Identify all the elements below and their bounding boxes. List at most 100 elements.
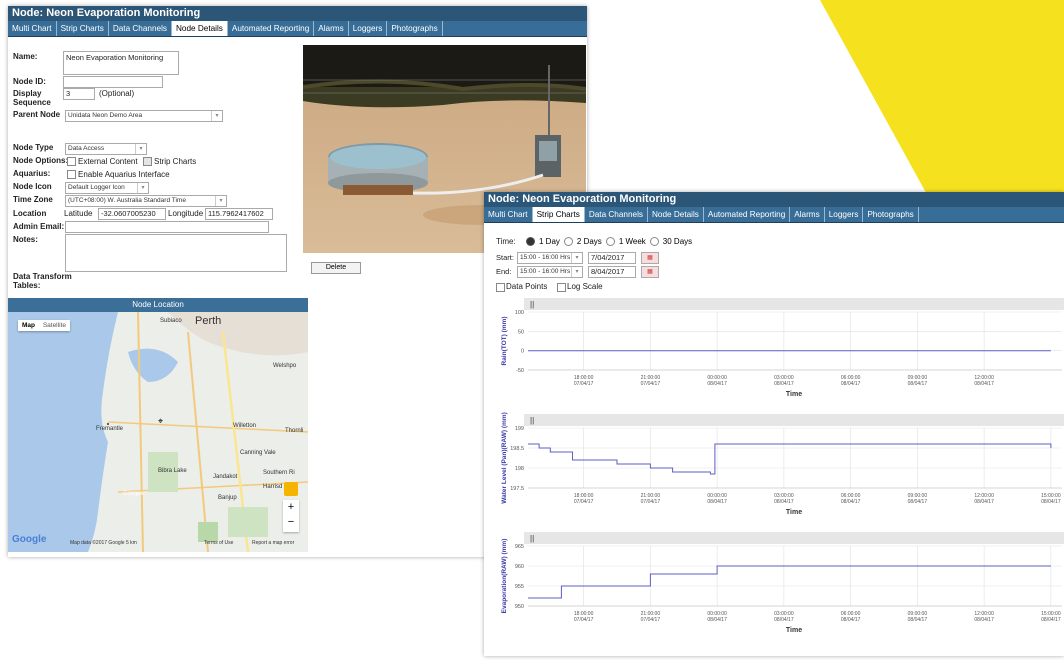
tab-multi-chart[interactable]: Multi Chart bbox=[8, 21, 57, 36]
time-zone-select[interactable]: (UTC+08:00) W. Australia Standard Time ▾ bbox=[65, 195, 227, 207]
series-line bbox=[528, 443, 1052, 475]
map-label-thornlie: Thornli bbox=[285, 428, 304, 434]
y-tick-label: 199 bbox=[515, 426, 524, 432]
delete-button[interactable]: Delete bbox=[311, 262, 361, 274]
external-content-label: External Content bbox=[78, 157, 138, 166]
x-tick-label-date: 07/04/17 bbox=[574, 617, 594, 623]
terms-of-use-link[interactable]: Terms of Use bbox=[204, 540, 233, 546]
chevron-down-icon: ▾ bbox=[135, 144, 146, 154]
time-zone-value: (UTC+08:00) W. Australia Standard Time bbox=[68, 197, 186, 204]
map-type-map-button[interactable]: Map bbox=[22, 322, 35, 329]
y-tick-label: 198.5 bbox=[510, 446, 524, 452]
x-tick-label-date: 08/04/17 bbox=[908, 499, 928, 505]
node-options-label: Node Options: bbox=[13, 156, 69, 165]
y-tick-label: 950 bbox=[515, 604, 524, 610]
parent-node-value: Unidata Neon Demo Area bbox=[68, 112, 143, 119]
pegman-icon[interactable] bbox=[284, 482, 298, 496]
strip-charts-area: ||100500-5018:00:0007/04/1721:00:0007/04… bbox=[501, 298, 1064, 634]
map-label-fremantle: Fremantle bbox=[96, 426, 124, 432]
x-tick-label-date: 08/04/17 bbox=[974, 381, 994, 387]
map-label-welshpool: Welshpo bbox=[273, 363, 297, 369]
x-tick-label-date: 08/04/17 bbox=[908, 617, 928, 623]
latitude-field[interactable]: -32.0607005230 bbox=[98, 208, 166, 220]
x-tick-label-date: 07/04/17 bbox=[641, 499, 661, 505]
x-tick-label-date: 08/04/17 bbox=[1041, 617, 1061, 623]
node-icon-select[interactable]: Default Logger Icon ▾ bbox=[65, 182, 149, 194]
map-header: Node Location bbox=[8, 298, 308, 312]
node-type-value: Data Access bbox=[68, 145, 105, 152]
map-label-southern-river: Southern Ri bbox=[263, 470, 295, 476]
y-tick-label: 100 bbox=[515, 310, 524, 316]
longitude-field[interactable]: 115.7962417602 bbox=[205, 208, 273, 220]
chevron-down-icon: ▾ bbox=[137, 183, 148, 193]
y-tick-label: 955 bbox=[515, 584, 524, 590]
chart-handle-bar bbox=[524, 532, 1064, 544]
x-tick-label-date: 07/04/17 bbox=[641, 617, 661, 623]
map-label-bibra-lake: Bibra Lake bbox=[158, 468, 187, 474]
admin-email-label: Admin Email: bbox=[13, 222, 65, 231]
tab-bar: Multi Chart Strip Charts Data Channels N… bbox=[8, 21, 587, 37]
node-id-label: Node ID: bbox=[13, 77, 46, 86]
data-transform-label: Data Transform Tables: bbox=[13, 272, 72, 290]
x-tick-label-date: 08/04/17 bbox=[841, 499, 861, 505]
tab-strip-charts[interactable]: Strip Charts bbox=[57, 21, 109, 36]
node-id-field[interactable] bbox=[63, 76, 163, 88]
tab-data-channels[interactable]: Data Channels bbox=[109, 21, 172, 36]
notes-textarea[interactable] bbox=[65, 234, 287, 272]
chevron-down-icon: ▾ bbox=[215, 196, 226, 206]
y-tick-label: 198 bbox=[515, 466, 524, 472]
strip-charts-checkbox[interactable] bbox=[143, 157, 152, 166]
name-field[interactable]: Neon Evaporation Monitoring bbox=[63, 51, 179, 75]
zoom-in-button[interactable]: + bbox=[283, 500, 299, 515]
map-label-banjup: Banjup bbox=[218, 495, 237, 501]
x-tick-label-date: 08/04/17 bbox=[841, 381, 861, 387]
external-content-checkbox[interactable] bbox=[67, 157, 76, 166]
x-tick-label-date: 08/04/17 bbox=[707, 381, 727, 387]
y-tick-label: 0 bbox=[521, 349, 524, 355]
time-zone-label: Time Zone bbox=[13, 195, 53, 204]
y-tick-label: 965 bbox=[515, 544, 524, 550]
tab-automated-reporting[interactable]: Automated Reporting bbox=[228, 21, 315, 36]
chevron-down-icon: ▾ bbox=[211, 111, 222, 121]
y-axis-label: Water Level (Pan)(RAW) (mm) bbox=[501, 412, 508, 504]
x-tick-label-date: 08/04/17 bbox=[774, 617, 794, 623]
x-tick-label-date: 08/04/17 bbox=[974, 499, 994, 505]
series-line bbox=[528, 565, 1051, 599]
latitude-label: Latitude bbox=[64, 209, 93, 218]
display-sequence-field[interactable]: 3 bbox=[63, 88, 95, 100]
x-tick-label-date: 08/04/17 bbox=[1041, 499, 1061, 505]
x-tick-label-date: 07/04/17 bbox=[574, 381, 594, 387]
tab-loggers[interactable]: Loggers bbox=[349, 21, 388, 36]
aquarius-label: Aquarius: bbox=[13, 169, 51, 178]
node-type-select[interactable]: Data Access ▾ bbox=[65, 143, 147, 155]
map-label-perth: Perth bbox=[195, 315, 222, 327]
y-tick-label: 50 bbox=[518, 329, 524, 335]
node-icon-value: Default Logger Icon bbox=[68, 184, 125, 191]
chart-handle-bar bbox=[524, 414, 1064, 426]
tab-alarms[interactable]: Alarms bbox=[314, 21, 349, 36]
enable-aquarius-checkbox[interactable] bbox=[67, 170, 76, 179]
admin-email-field[interactable] bbox=[65, 221, 269, 233]
chart-resize-handle-icon: || bbox=[530, 416, 534, 425]
x-tick-label-date: 08/04/17 bbox=[707, 617, 727, 623]
tab-photographs[interactable]: Photographs bbox=[387, 21, 443, 36]
map-marker-icon[interactable]: ⌖ bbox=[158, 416, 166, 426]
node-type-label: Node Type bbox=[13, 143, 54, 152]
report-map-error-link[interactable]: Report a map error bbox=[252, 540, 294, 546]
x-tick-label-date: 08/04/17 bbox=[908, 381, 928, 387]
google-logo: Google bbox=[12, 534, 47, 545]
optional-text: (Optional) bbox=[99, 89, 135, 98]
map-canvas bbox=[8, 312, 308, 552]
y-tick-label: -50 bbox=[516, 368, 524, 374]
y-axis-label: Evaporation(RAW) (mm) bbox=[501, 539, 508, 614]
map-type-satellite-button[interactable]: Satellite bbox=[43, 322, 66, 329]
chart-resize-handle-icon: || bbox=[530, 534, 534, 543]
parent-node-select[interactable]: Unidata Neon Demo Area ▾ bbox=[65, 110, 223, 122]
parent-node-label: Parent Node bbox=[13, 110, 61, 119]
map-attribution: Map data ©2017 Google 5 km bbox=[70, 540, 137, 546]
zoom-out-button[interactable]: − bbox=[283, 515, 299, 530]
chart-resize-handle-icon: || bbox=[530, 300, 534, 309]
tab-node-details[interactable]: Node Details bbox=[172, 21, 228, 36]
node-location-map[interactable]: Node Location Map Satellite Perth Subiac… bbox=[8, 298, 308, 552]
map-label-willetton: Willetton bbox=[233, 423, 257, 429]
